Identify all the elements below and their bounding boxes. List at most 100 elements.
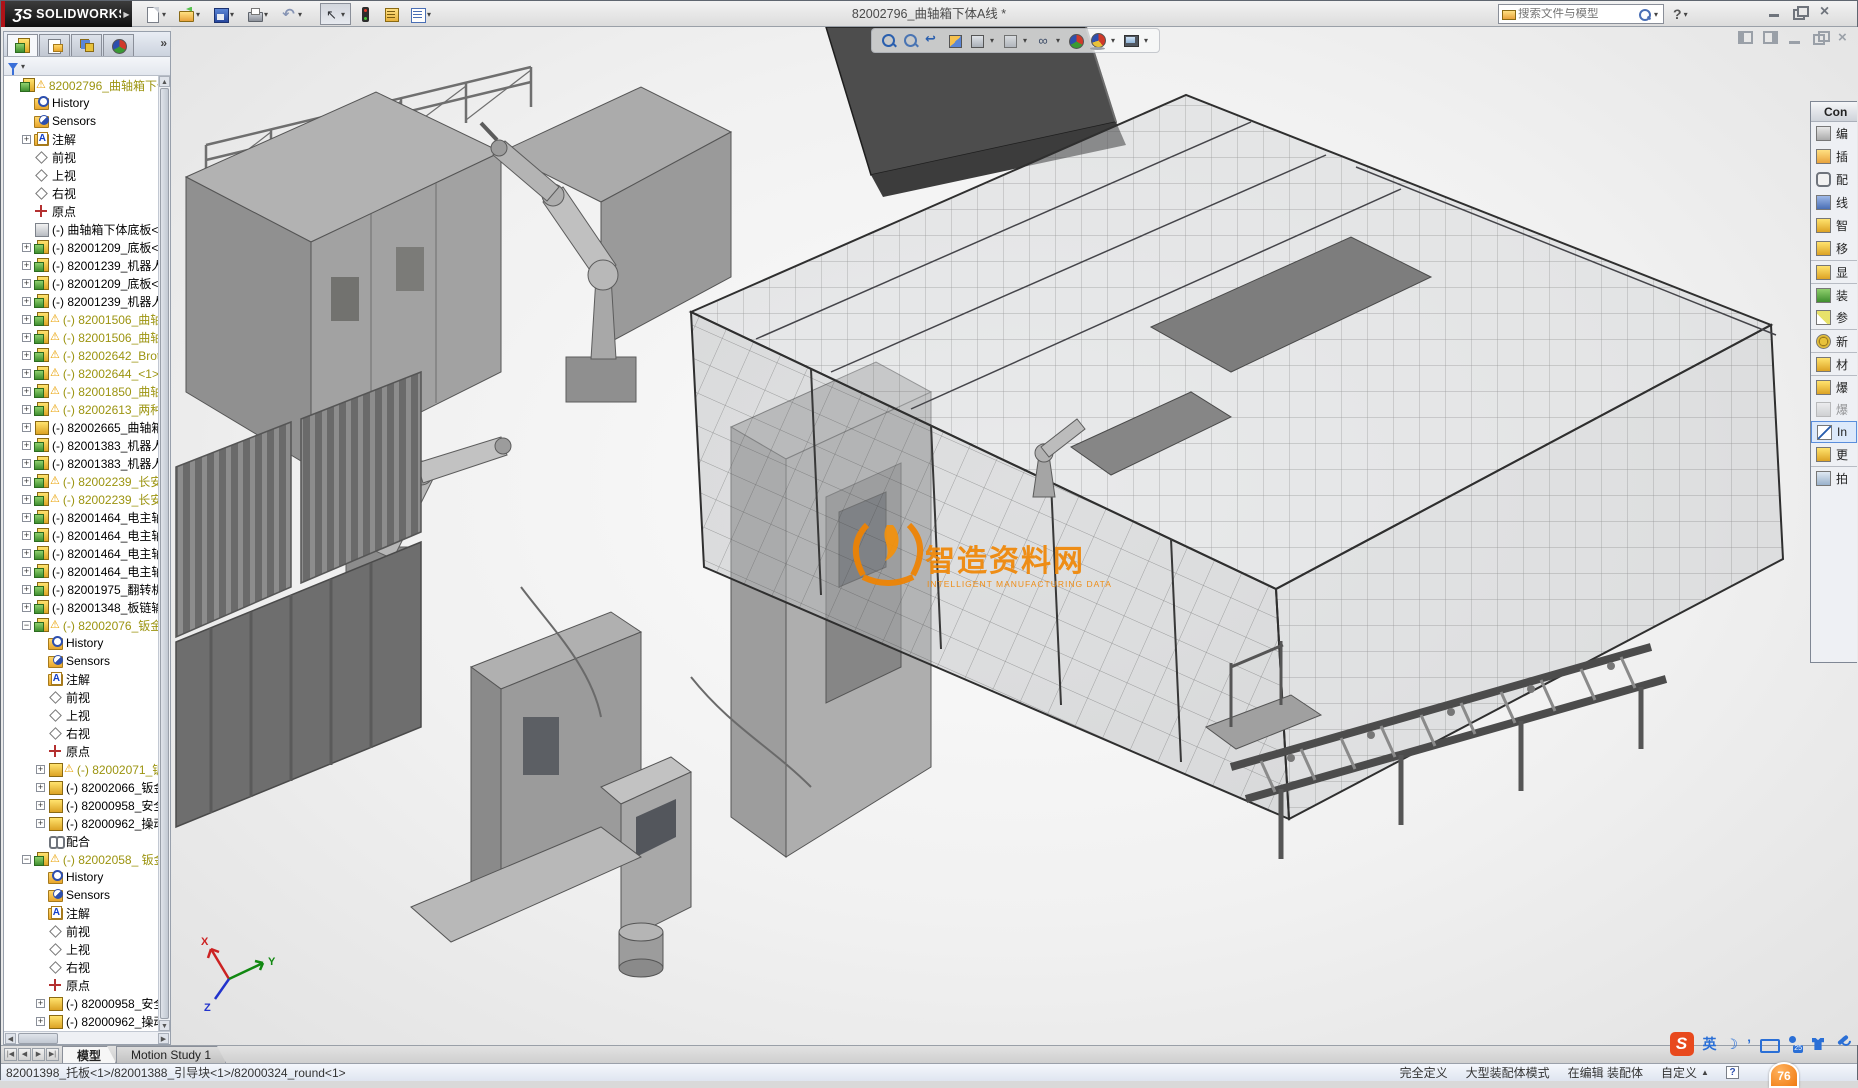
tree-item[interactable]: +(-) 82001383_机器人管线包<2>: [4, 454, 170, 472]
tree-item[interactable]: +(-) 82001464_电主轴支架<2>: [4, 526, 170, 544]
assembly-tool-item[interactable]: 编: [1811, 122, 1857, 145]
tree-item[interactable]: +注解: [4, 130, 170, 148]
cad-model-3d[interactable]: 智造资料网 INTELLIGENT MANUFACTURING DATA X Y…: [171, 27, 1858, 1045]
tree-item[interactable]: +⚠(-) 82001850_曲轴箱下体<1>: [4, 382, 170, 400]
tree-item[interactable]: 右视: [4, 184, 170, 202]
scroll-left-icon[interactable]: ◀: [5, 1033, 16, 1044]
assembly-tool-item[interactable]: 爆: [1811, 375, 1857, 398]
expand-toggle[interactable]: +: [22, 441, 31, 450]
tree-item[interactable]: +⚠(-) 82002239_长安曲轴箱<1>: [4, 472, 170, 490]
restore-button[interactable]: [1791, 5, 1808, 19]
expand-toggle[interactable]: +: [22, 405, 31, 414]
customize-menu[interactable]: 自定义: [1661, 1064, 1697, 1081]
tree-item[interactable]: +(-) 82001239_机器人管线包<2>: [4, 292, 170, 310]
filter-caret-icon[interactable]: ▾: [21, 62, 28, 71]
caret-icon[interactable]: ▾: [990, 36, 997, 45]
tree-item[interactable]: Sensors: [4, 652, 170, 670]
search-icon[interactable]: [1638, 8, 1651, 21]
tree-item[interactable]: +(-) 82002066_钣金房卷帘门<1>: [4, 778, 170, 796]
save-button[interactable]: ▾: [209, 3, 240, 25]
tree-item[interactable]: +(-) 82001209_底板<2> (默认): [4, 274, 170, 292]
tree-horizontal-scrollbar[interactable]: ◀ ▶: [4, 1031, 170, 1044]
ime-moon-icon[interactable]: ☽: [1726, 1036, 1739, 1053]
expand-toggle[interactable]: +: [22, 531, 31, 540]
first-tab-icon[interactable]: |◀: [4, 1048, 17, 1061]
tree-item[interactable]: 原点: [4, 976, 170, 994]
expand-toggle[interactable]: +: [22, 459, 31, 468]
tree-item[interactable]: +(-) 82001975_翻转机.1<1>: [4, 580, 170, 598]
tree-item[interactable]: 配合: [4, 832, 170, 850]
tree-item[interactable]: +(-) 82000962_操动件<2>: [4, 1012, 170, 1030]
tab-configurationmanager[interactable]: [71, 34, 102, 56]
expand-toggle[interactable]: +: [22, 477, 31, 486]
expand-toggle[interactable]: +: [36, 801, 45, 810]
expand-toggle[interactable]: +: [22, 243, 31, 252]
scrollbar-thumb[interactable]: [160, 88, 169, 1019]
annotation-button[interactable]: [380, 3, 403, 25]
prev-tab-icon[interactable]: ◀: [18, 1048, 31, 1061]
tab-displaymanager[interactable]: [103, 34, 134, 56]
tree-item[interactable]: +(-) 82001464_电主轴支架<4>: [4, 562, 170, 580]
tree-item[interactable]: 上视: [4, 166, 170, 184]
ime-skin-icon[interactable]: [1810, 1036, 1826, 1052]
expand-toggle[interactable]: +: [36, 783, 45, 792]
tree-item[interactable]: 上视: [4, 940, 170, 958]
filter-icon[interactable]: [8, 63, 18, 70]
show-pane-left-icon[interactable]: [1738, 31, 1753, 44]
assembly-tool-item[interactable]: 移: [1811, 237, 1857, 260]
tree-item[interactable]: +(-) 82001464_电主轴支架<3>: [4, 544, 170, 562]
expand-toggle[interactable]: +: [22, 603, 31, 612]
tree-item[interactable]: +⚠(-) 82001506_曲轴箱下体<2>: [4, 328, 170, 346]
tree-item[interactable]: +(-) 82000958_安全开关<1>: [4, 796, 170, 814]
display-style-icon[interactable]: [1001, 32, 1019, 50]
tree-item[interactable]: +(-) 82001383_机器人管线包<1>: [4, 436, 170, 454]
tree-item[interactable]: +⚠(-) 82002071_钣金房<1>: [4, 760, 170, 778]
assembly-tool-item[interactable]: 显: [1811, 260, 1857, 283]
search-input[interactable]: [1518, 8, 1635, 20]
sogou-logo-icon[interactable]: S: [1670, 1032, 1694, 1056]
section-view-icon[interactable]: [946, 32, 964, 50]
expand-toggle[interactable]: +: [22, 297, 31, 306]
ime-language-toggle[interactable]: 英: [1703, 1034, 1717, 1054]
doc-close-button[interactable]: ×: [1838, 31, 1853, 44]
expand-toggle[interactable]: +: [22, 279, 31, 288]
expand-toggle[interactable]: −: [22, 621, 31, 630]
new-document-button[interactable]: ▾: [141, 3, 172, 25]
tree-item[interactable]: +(-) 82001348_板链输送机<1>: [4, 598, 170, 616]
expand-toggle[interactable]: +: [22, 387, 31, 396]
tree-item[interactable]: +⚠(-) 82002613_两种框架<1>: [4, 400, 170, 418]
open-button[interactable]: ▾: [175, 3, 206, 25]
expand-toggle[interactable]: +: [22, 315, 31, 324]
assembly-tool-item[interactable]: 智: [1811, 214, 1857, 237]
minimize-button[interactable]: [1766, 5, 1783, 19]
caret-icon[interactable]: ▾: [1144, 36, 1151, 45]
scroll-up-icon[interactable]: ▲: [159, 76, 170, 87]
ime-keyboard-icon[interactable]: [1760, 1036, 1776, 1052]
tree-item[interactable]: 右视: [4, 724, 170, 742]
caret-icon[interactable]: ▾: [1023, 36, 1030, 45]
tree-item[interactable]: +(-) 82001209_底板<1> (默认): [4, 238, 170, 256]
next-tab-icon[interactable]: ▶: [32, 1048, 45, 1061]
ime-settings-icon[interactable]: [1835, 1036, 1851, 1052]
help-caret-icon[interactable]: ▾: [1684, 10, 1691, 19]
hide-show-items-icon[interactable]: ∞: [1034, 32, 1052, 50]
expand-toggle[interactable]: −: [22, 855, 31, 864]
tree-item[interactable]: Sensors: [4, 112, 170, 130]
help-icon[interactable]: ?: [1673, 6, 1682, 22]
assembly-tool-item[interactable]: In: [1811, 421, 1857, 443]
expand-toggle[interactable]: +: [22, 549, 31, 558]
quick-tips-icon[interactable]: ?: [1726, 1066, 1739, 1079]
tree-vertical-scrollbar[interactable]: ▲ ▼: [158, 76, 170, 1031]
close-button[interactable]: ×: [1816, 5, 1833, 19]
tree-item[interactable]: +⚠(-) 82002239_长安曲轴箱<2>: [4, 490, 170, 508]
view-settings-icon[interactable]: [1122, 32, 1140, 50]
expand-toggle[interactable]: +: [22, 585, 31, 594]
tab-model[interactable]: 模型: [62, 1046, 116, 1063]
tree-item[interactable]: ⚠82002796_曲轴箱下体A线 (默认<显示状态-1>): [4, 76, 170, 94]
expand-toggle[interactable]: +: [36, 999, 45, 1008]
options-button[interactable]: ▾: [406, 3, 437, 25]
help-menu[interactable]: ? ▾: [1673, 4, 1691, 24]
doc-restore-button[interactable]: [1813, 31, 1828, 44]
expand-toggle[interactable]: +: [22, 261, 31, 270]
expand-toggle[interactable]: +: [22, 135, 31, 144]
